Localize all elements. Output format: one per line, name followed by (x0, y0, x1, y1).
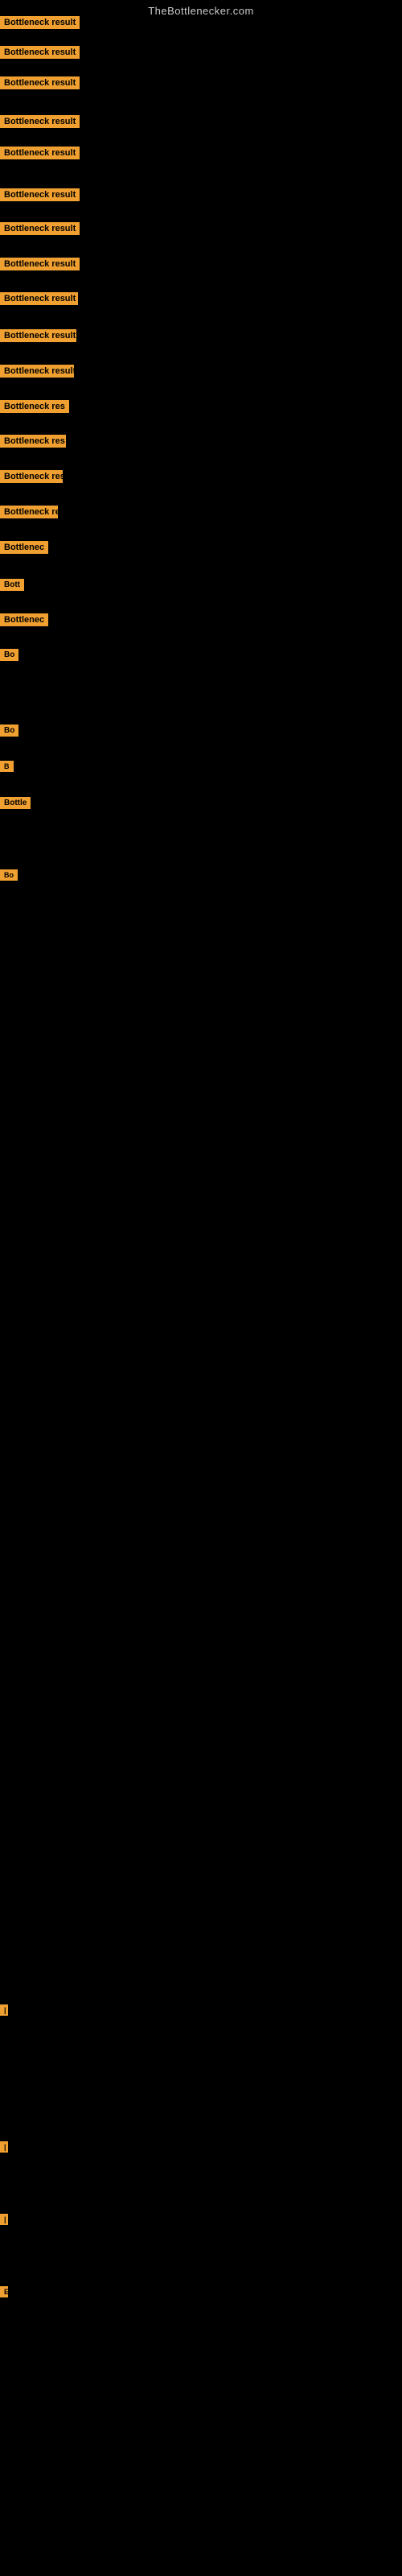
bottleneck-badge-container-25: | (0, 2141, 6, 2157)
bottleneck-badge-17[interactable]: Bott (0, 579, 24, 591)
bottleneck-badge-11[interactable]: Bottleneck result (0, 365, 74, 378)
bottleneck-badge-container-15: Bottleneck re (0, 506, 58, 522)
bottleneck-badge-container-6: Bottleneck result (0, 188, 80, 205)
bottleneck-badge-container-26: | (0, 2214, 6, 2229)
bottleneck-badge-5[interactable]: Bottleneck result (0, 147, 80, 159)
bottleneck-badge-21[interactable]: B (0, 761, 14, 772)
bottleneck-badge-7[interactable]: Bottleneck result (0, 222, 80, 235)
bottleneck-badge-container-10: Bottleneck result (0, 329, 76, 346)
bottleneck-badge-13[interactable]: Bottleneck res (0, 435, 66, 448)
bottleneck-badge-container-4: Bottleneck result (0, 115, 80, 132)
bottleneck-badge-19[interactable]: Bo (0, 649, 18, 661)
bottleneck-badge-container-3: Bottleneck result (0, 76, 80, 93)
bottleneck-badge-container-20: Bo (0, 724, 18, 741)
bottleneck-badge-26[interactable]: | (0, 2214, 8, 2225)
bottleneck-badge-container-21: B (0, 761, 14, 776)
bottleneck-badge-22[interactable]: Bottle (0, 797, 31, 809)
bottleneck-badge-27[interactable]: E (0, 2286, 8, 2297)
bottleneck-badge-container-19: Bo (0, 649, 18, 665)
bottleneck-badge-container-22: Bottle (0, 797, 31, 813)
bottleneck-badge-container-5: Bottleneck result (0, 147, 80, 163)
bottleneck-badge-container-2: Bottleneck result (0, 46, 80, 63)
bottleneck-badge-container-1: Bottleneck result (0, 16, 80, 33)
bottleneck-badge-25[interactable]: | (0, 2141, 8, 2153)
bottleneck-badge-container-13: Bottleneck res (0, 435, 66, 452)
bottleneck-badge-container-11: Bottleneck result (0, 365, 74, 382)
bottleneck-badge-3[interactable]: Bottleneck result (0, 76, 80, 89)
bottleneck-badge-container-23: Bo (0, 869, 18, 885)
bottleneck-badge-1[interactable]: Bottleneck result (0, 16, 80, 29)
bottleneck-badge-container-27: E (0, 2286, 6, 2301)
bottleneck-badge-container-14: Bottleneck res (0, 470, 63, 487)
bottleneck-badge-container-24: | (0, 2004, 6, 2020)
bottleneck-badge-12[interactable]: Bottleneck res (0, 400, 69, 413)
bottleneck-badge-container-18: Bottlenec (0, 613, 48, 630)
bottleneck-badge-16[interactable]: Bottlenec (0, 541, 48, 554)
bottleneck-badge-container-9: Bottleneck result (0, 292, 78, 309)
bottleneck-badge-container-16: Bottlenec (0, 541, 48, 558)
bottleneck-badge-23[interactable]: Bo (0, 869, 18, 881)
bottleneck-badge-container-7: Bottleneck result (0, 222, 80, 239)
bottleneck-badge-15[interactable]: Bottleneck re (0, 506, 58, 518)
bottleneck-badge-14[interactable]: Bottleneck res (0, 470, 63, 483)
bottleneck-badge-9[interactable]: Bottleneck result (0, 292, 78, 305)
bottleneck-badge-10[interactable]: Bottleneck result (0, 329, 76, 342)
bottleneck-badge-24[interactable]: | (0, 2004, 8, 2016)
bottleneck-badge-6[interactable]: Bottleneck result (0, 188, 80, 201)
bottleneck-badge-8[interactable]: Bottleneck result (0, 258, 80, 270)
bottleneck-badge-2[interactable]: Bottleneck result (0, 46, 80, 59)
bottleneck-badge-20[interactable]: Bo (0, 724, 18, 737)
bottleneck-badge-18[interactable]: Bottlenec (0, 613, 48, 626)
bottleneck-badge-container-17: Bott (0, 579, 24, 595)
bottleneck-badge-container-8: Bottleneck result (0, 258, 80, 275)
bottleneck-badge-4[interactable]: Bottleneck result (0, 115, 80, 128)
bottleneck-badge-container-12: Bottleneck res (0, 400, 69, 417)
